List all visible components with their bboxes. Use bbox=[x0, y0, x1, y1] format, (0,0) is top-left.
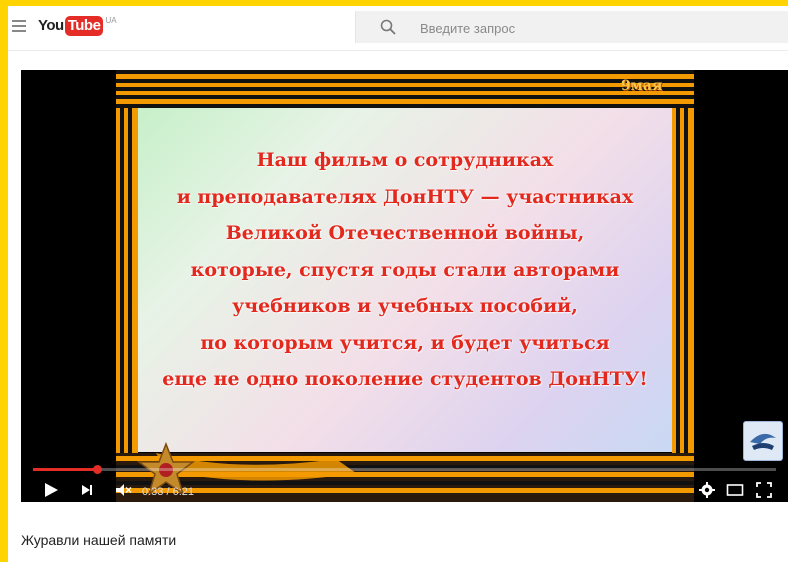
progress-scrubber[interactable] bbox=[93, 465, 103, 474]
slide-line: еще не одно поколение студентов ДонНТУ! bbox=[162, 368, 648, 390]
search-box[interactable] bbox=[355, 11, 788, 43]
hamburger-menu-icon[interactable] bbox=[12, 20, 26, 32]
logo-text-you: You bbox=[38, 17, 64, 34]
slide-line: по которым учится, и будет учиться bbox=[200, 331, 610, 354]
video-frame: 9мая Наш фильм о сотрудниках и преподава… bbox=[116, 70, 694, 502]
volume-muted-icon[interactable] bbox=[114, 481, 132, 499]
page: You Tube UA 9мая Н bbox=[8, 6, 788, 562]
header-divider bbox=[8, 50, 788, 51]
play-icon[interactable] bbox=[42, 481, 60, 499]
next-icon[interactable] bbox=[78, 481, 96, 499]
player-controls: 0:33 / 6:21 bbox=[21, 465, 788, 502]
video-player[interactable]: 9мая Наш фильм о сотрудниках и преподава… bbox=[21, 70, 788, 502]
slide-line: и преподавателях ДонНТУ — участниках bbox=[176, 185, 634, 208]
masthead: You Tube UA bbox=[8, 6, 788, 50]
slide-line: которые, спустя годы стали авторами bbox=[190, 258, 620, 281]
theater-mode-icon[interactable] bbox=[726, 481, 744, 499]
time-display: 0:33 / 6:21 bbox=[142, 486, 194, 498]
video-title: Журавли нашей памяти bbox=[21, 532, 177, 548]
search-input[interactable] bbox=[418, 17, 782, 39]
frame-border-left bbox=[116, 108, 138, 453]
frame-border-right bbox=[672, 108, 694, 453]
st-george-ribbon-top bbox=[116, 70, 694, 108]
logo-text-tube: Tube bbox=[64, 16, 104, 36]
fullscreen-icon[interactable] bbox=[755, 481, 773, 499]
search-icon[interactable] bbox=[380, 19, 396, 35]
slide-line: учебников и учебных пособий, bbox=[232, 295, 578, 317]
youtube-logo[interactable]: You Tube UA bbox=[38, 16, 117, 38]
slide-text: Наш фильм о сотрудниках и преподавателях… bbox=[138, 142, 672, 398]
donntu-logo-icon bbox=[743, 421, 783, 461]
progress-played bbox=[33, 468, 98, 471]
slide-line: Великой Отечественной войны, bbox=[225, 222, 585, 244]
progress-bar[interactable] bbox=[33, 465, 776, 474]
region-label: UA bbox=[105, 16, 117, 25]
settings-gear-icon[interactable] bbox=[698, 481, 716, 499]
victory-day-badge: 9мая bbox=[621, 78, 663, 94]
slide-line: Наш фильм о сотрудниках bbox=[256, 149, 554, 171]
